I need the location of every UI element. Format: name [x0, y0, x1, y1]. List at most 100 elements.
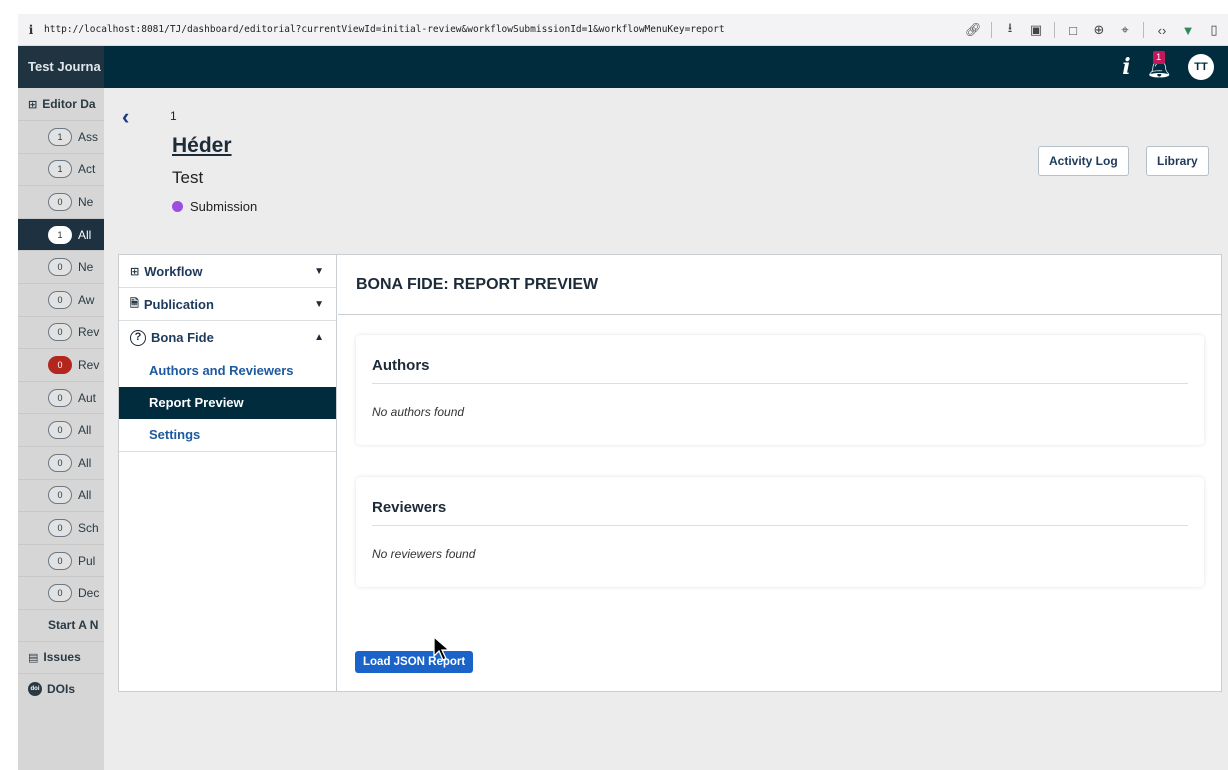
main-sidebar: ⊞ Editor Da 1 Ass 1 Act 0 Ne 1 All 0 Ne 0 Aw 0…	[18, 88, 104, 770]
nav-publication[interactable]: 🗎︎ Publication ▼	[119, 288, 336, 321]
count-badge: 0	[48, 388, 72, 407]
app-header: Test Journa i 🔔︎ 1 TT	[18, 46, 1228, 88]
nav-bona-fide-label: Bona Fide	[151, 330, 214, 345]
vue-devtools-icon[interactable]: ▼	[1180, 23, 1196, 38]
sidebar-item[interactable]: 0 Ne	[18, 185, 104, 218]
site-info-icon[interactable]: i	[18, 23, 44, 37]
stage-label: Submission	[190, 199, 258, 214]
sidebar-item-label: All	[78, 227, 92, 242]
sidebar-item-label: DOIs	[47, 682, 76, 697]
activity-log-button[interactable]: Activity Log	[1038, 146, 1129, 176]
browser-url-bar[interactable]: i http://localhost:8081/TJ/dashboard/edi…	[18, 14, 1228, 46]
sidebar-item[interactable]: 1 Act	[18, 152, 104, 186]
count-badge: 0	[48, 192, 72, 211]
terminal-icon[interactable]: □	[1065, 23, 1081, 38]
count-badge: 0	[48, 584, 72, 603]
sidebar-item[interactable]: 0 All	[18, 445, 104, 479]
link-icon[interactable]: 🔗︎	[965, 22, 982, 38]
caret-down-icon: ▼	[314, 298, 324, 310]
workflow-card: ⊞ Workflow ▼ 🗎︎ Publication ▼ ? Bona Fid…	[118, 254, 1222, 692]
user-avatar[interactable]: TT	[1188, 54, 1214, 80]
nav-settings[interactable]: Settings	[119, 419, 336, 452]
sidebar-item[interactable]: 0 All	[18, 478, 104, 512]
sidebar-item[interactable]: 1 Ass	[18, 120, 104, 153]
count-badge: 0	[48, 486, 72, 505]
sidebar-item-label: All	[78, 488, 92, 503]
count-badge: 0	[48, 518, 72, 537]
sidebar-item-label: Dec	[78, 586, 100, 601]
sidebar-item-label: Ass	[78, 129, 99, 144]
authors-empty-message: No authors found	[372, 405, 465, 419]
count-badge: 0	[48, 323, 72, 342]
notifications-button[interactable]: 🔔︎ 1	[1147, 50, 1172, 80]
journal-name[interactable]: Test Journa	[18, 46, 104, 88]
help-icon[interactable]: i	[1122, 54, 1130, 80]
report-title: BONA FIDE: REPORT PREVIEW	[338, 255, 1222, 315]
sidebar-item-label: Ne	[78, 260, 94, 275]
sidebar-item-label: All	[78, 455, 92, 470]
sidebar-item-label: Rev	[78, 357, 100, 372]
reviewers-heading: Reviewers	[372, 499, 447, 516]
nav-authors-and-reviewers[interactable]: Authors and Reviewers	[119, 354, 336, 387]
back-chevron-icon[interactable]: ‹	[122, 104, 129, 130]
sidebar-item-label: Aut	[78, 390, 97, 405]
target-icon[interactable]: ⌖	[1117, 22, 1133, 38]
section-divider	[372, 525, 1188, 526]
sidebar-item-active[interactable]: 1 All	[18, 217, 104, 251]
submission-author-link[interactable]: Héder	[172, 134, 232, 158]
sidebar-item[interactable]: 0 Rev	[18, 348, 104, 381]
sidebar-item[interactable]: 0 All	[18, 413, 104, 446]
nav-bona-fide[interactable]: ? Bona Fide ▲	[119, 321, 336, 354]
sidebar-item-dois[interactable]: doi DOIs	[18, 672, 104, 705]
sidebar-item[interactable]: 0 Ne	[18, 250, 104, 283]
question-circle-icon: ?	[130, 329, 146, 346]
workflow-nav: ⊞ Workflow ▼ 🗎︎ Publication ▼ ? Bona Fid…	[119, 255, 337, 691]
nav-workflow[interactable]: ⊞ Workflow ▼	[119, 255, 336, 288]
download-icon[interactable]: ⭳	[1002, 19, 1018, 41]
nav-report-preview[interactable]: Report Preview	[119, 386, 336, 419]
authors-heading: Authors	[372, 357, 430, 374]
stage-dot-icon	[172, 201, 183, 212]
submission-title: Test	[172, 168, 204, 187]
load-json-report-button[interactable]: Load JSON Report	[355, 651, 474, 673]
notification-count-badge: 1	[1152, 50, 1165, 64]
report-pane: BONA FIDE: REPORT PREVIEW Authors No aut…	[338, 255, 1222, 691]
sidebar-item-label: All	[78, 423, 92, 438]
url-text[interactable]: http://localhost:8081/TJ/dashboard/edito…	[44, 24, 725, 35]
toolbar-divider	[991, 22, 992, 38]
sidebar-item[interactable]: 0 Aw	[18, 282, 104, 316]
code-icon[interactable]: ‹›	[1154, 23, 1170, 38]
count-badge: 1	[48, 160, 72, 179]
issues-icon: ▤	[28, 651, 39, 664]
sidebar-item-label: Issues	[43, 650, 81, 665]
sidebar-header-editor-dashboard[interactable]: ⊞ Editor Da	[18, 88, 104, 120]
count-badge-alert: 0	[48, 355, 72, 374]
sidebar-item-label: Ne	[78, 194, 94, 209]
authors-section: Authors No authors found	[356, 335, 1204, 445]
toolbar-divider	[1143, 22, 1144, 38]
screenshot-icon[interactable]: ▣	[1028, 22, 1044, 38]
sidebar-item[interactable]: 0 Aut	[18, 380, 104, 414]
count-badge: 0	[48, 258, 72, 277]
reviewers-empty-message: No reviewers found	[372, 547, 476, 561]
document-icon: 🗎︎	[130, 297, 139, 310]
sidebar-item[interactable]: 0 Dec	[18, 576, 104, 609]
globe-icon[interactable]: ⊕	[1091, 22, 1107, 38]
header-actions: i 🔔︎ 1 TT	[1122, 46, 1214, 88]
count-badge: 0	[48, 421, 72, 440]
caret-down-icon: ▼	[314, 265, 324, 277]
count-badge: 1	[48, 127, 72, 146]
workflow-icon: ⊞	[130, 265, 140, 278]
sidebar-item-label: Aw	[78, 292, 95, 307]
main-content: ‹ 1 Héder Test Submission Activity Log L…	[104, 88, 1228, 770]
sidebar-item-issues[interactable]: ▤ Issues	[18, 640, 104, 673]
toolbar-divider	[1054, 22, 1055, 38]
sidebar-item-start-new[interactable]: Start A N	[18, 608, 104, 641]
submission-id: 1	[170, 109, 177, 123]
sidebar-panel-icon[interactable]: ▯	[1206, 22, 1222, 38]
library-button[interactable]: Library	[1146, 146, 1209, 176]
sidebar-item[interactable]: 0 Sch	[18, 511, 104, 544]
sidebar-item[interactable]: 0 Pul	[18, 543, 104, 577]
dashboard-icon: ⊞	[28, 98, 38, 111]
sidebar-item[interactable]: 0 Rev	[18, 315, 104, 349]
